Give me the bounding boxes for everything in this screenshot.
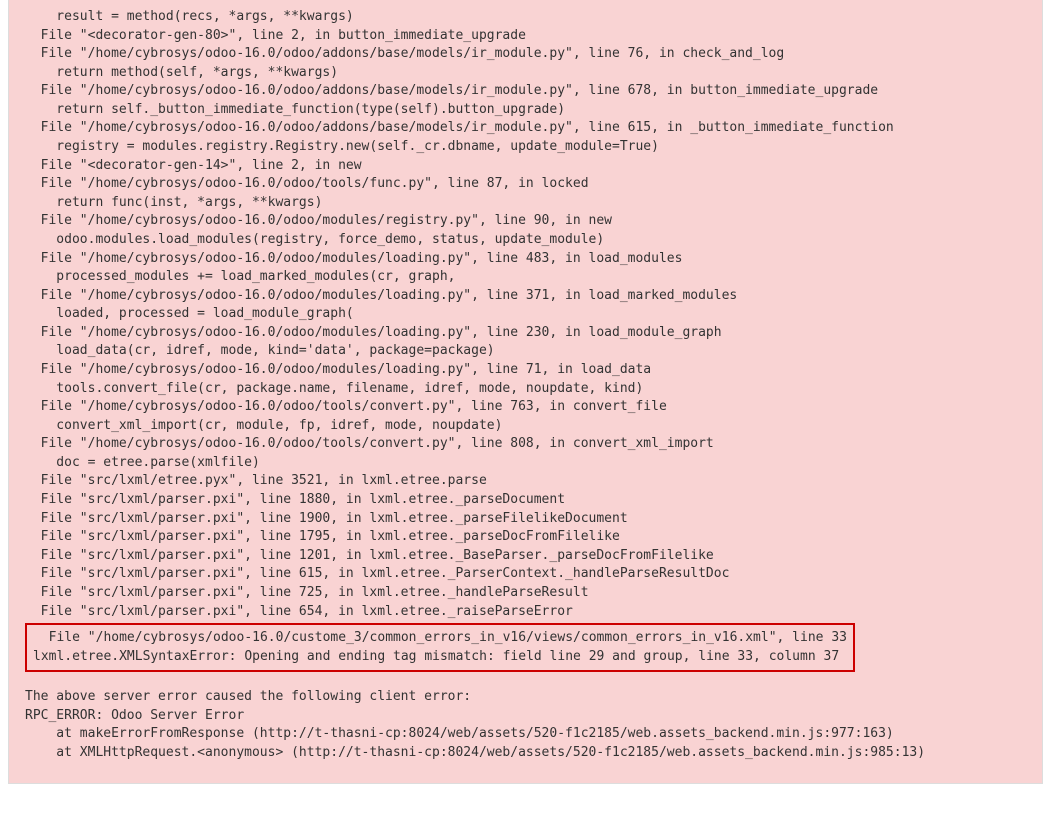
traceback-line: File "/home/cybrosys/odoo-16.0/odoo/modu… [25, 324, 1030, 343]
traceback-line: registry = modules.registry.Registry.new… [25, 138, 1030, 157]
client-error-line-0: The above server error caused the follow… [25, 688, 1030, 707]
traceback-line: File "src/lxml/parser.pxi", line 654, in… [25, 603, 1030, 622]
traceback-line: File "src/lxml/parser.pxi", line 1795, i… [25, 528, 1030, 547]
client-error-line-3: at XMLHttpRequest.<anonymous> (http://t-… [25, 744, 1030, 763]
traceback-line: return self._button_immediate_function(t… [25, 101, 1030, 120]
client-error-section: The above server error caused the follow… [25, 688, 1030, 762]
error-highlight-box: File "/home/cybrosys/odoo-16.0/custome_3… [25, 623, 855, 672]
client-error-line-2: at makeErrorFromResponse (http://t-thasn… [25, 725, 1030, 744]
traceback-line: processed_modules += load_marked_modules… [25, 268, 1030, 287]
traceback-line: tools.convert_file(cr, package.name, fil… [25, 380, 1030, 399]
error-traceback-container: result = method(recs, *args, **kwargs) F… [8, 0, 1043, 784]
traceback-line: File "/home/cybrosys/odoo-16.0/odoo/addo… [25, 82, 1030, 101]
traceback-line: File "src/lxml/parser.pxi", line 725, in… [25, 584, 1030, 603]
traceback-line: convert_xml_import(cr, module, fp, idref… [25, 417, 1030, 436]
traceback-line: loaded, processed = load_module_graph( [25, 305, 1030, 324]
traceback-line: File "/home/cybrosys/odoo-16.0/odoo/modu… [25, 212, 1030, 231]
traceback-line: File "/home/cybrosys/odoo-16.0/odoo/tool… [25, 435, 1030, 454]
highlight-line-0: File "/home/cybrosys/odoo-16.0/custome_3… [33, 629, 847, 648]
client-error-line-1: RPC_ERROR: Odoo Server Error [25, 707, 1030, 726]
highlight-line-1: lxml.etree.XMLSyntaxError: Opening and e… [33, 648, 847, 667]
traceback-line: File "<decorator-gen-14>", line 2, in ne… [25, 157, 1030, 176]
traceback-line: File "/home/cybrosys/odoo-16.0/odoo/tool… [25, 398, 1030, 417]
traceback-line: File "/home/cybrosys/odoo-16.0/odoo/addo… [25, 119, 1030, 138]
traceback-line: File "/home/cybrosys/odoo-16.0/odoo/addo… [25, 45, 1030, 64]
traceback-body: result = method(recs, *args, **kwargs) F… [25, 8, 1030, 621]
traceback-line: File "src/lxml/parser.pxi", line 1201, i… [25, 547, 1030, 566]
traceback-line: return func(inst, *args, **kwargs) [25, 194, 1030, 213]
traceback-line: File "/home/cybrosys/odoo-16.0/odoo/tool… [25, 175, 1030, 194]
traceback-line: odoo.modules.load_modules(registry, forc… [25, 231, 1030, 250]
traceback-line: File "src/lxml/etree.pyx", line 3521, in… [25, 472, 1030, 491]
traceback-line: File "src/lxml/parser.pxi", line 1900, i… [25, 510, 1030, 529]
traceback-line: File "<decorator-gen-80>", line 2, in bu… [25, 27, 1030, 46]
traceback-line: doc = etree.parse(xmlfile) [25, 454, 1030, 473]
traceback-line: File "/home/cybrosys/odoo-16.0/odoo/modu… [25, 250, 1030, 269]
traceback-line: File "src/lxml/parser.pxi", line 1880, i… [25, 491, 1030, 510]
traceback-line: File "/home/cybrosys/odoo-16.0/odoo/modu… [25, 287, 1030, 306]
traceback-line: result = method(recs, *args, **kwargs) [25, 8, 1030, 27]
traceback-line: File "src/lxml/parser.pxi", line 615, in… [25, 565, 1030, 584]
traceback-line: return method(self, *args, **kwargs) [25, 64, 1030, 83]
traceback-line: File "/home/cybrosys/odoo-16.0/odoo/modu… [25, 361, 1030, 380]
traceback-line: load_data(cr, idref, mode, kind='data', … [25, 342, 1030, 361]
